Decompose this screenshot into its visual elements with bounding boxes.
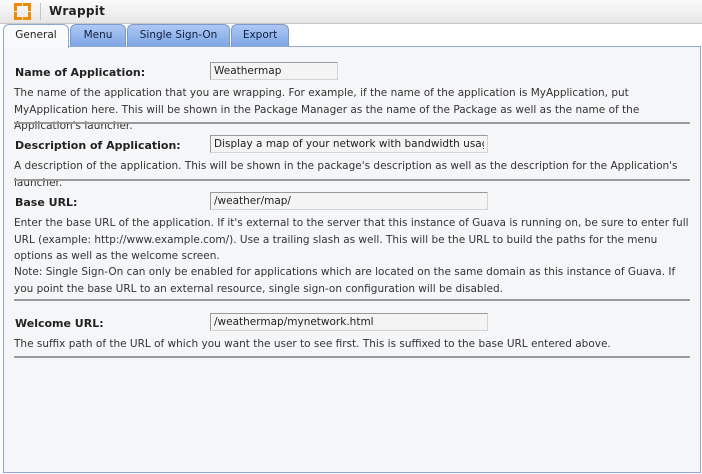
base-url-input[interactable] xyxy=(210,192,488,210)
app-title: Wrappit xyxy=(49,4,106,18)
title-bar: Wrappit xyxy=(0,0,702,24)
base-url-description: Enter the base URL of the application. I… xyxy=(14,217,689,262)
welcome-url-label: Welcome URL: xyxy=(15,317,104,330)
description-label: Description of Application: xyxy=(15,139,181,152)
general-panel: Name of Application: The name of the app… xyxy=(3,46,701,473)
base-url-note: Note: Single Sign-On can only be enabled… xyxy=(14,266,676,295)
description-input[interactable] xyxy=(210,135,488,153)
description-help: A description of the application. This w… xyxy=(14,160,678,189)
name-label: Name of Application: xyxy=(15,66,146,79)
tab-general[interactable]: General xyxy=(3,24,69,48)
section-divider xyxy=(14,179,690,181)
tab-single-sign-on[interactable]: Single Sign-On xyxy=(127,24,230,46)
name-description: The name of the application that you are… xyxy=(14,87,640,132)
base-url-label: Base URL: xyxy=(15,196,78,209)
section-divider xyxy=(14,356,690,358)
welcome-url-description: The suffix path of the URL of which you … xyxy=(14,338,611,350)
section-divider xyxy=(14,299,690,301)
tab-menu[interactable]: Menu xyxy=(70,24,126,46)
title-divider xyxy=(40,3,41,20)
name-input[interactable] xyxy=(210,62,338,80)
fullscreen-corners-icon xyxy=(14,3,31,20)
tab-export[interactable]: Export xyxy=(231,24,289,46)
section-divider xyxy=(14,122,690,124)
welcome-url-input[interactable] xyxy=(210,313,488,331)
